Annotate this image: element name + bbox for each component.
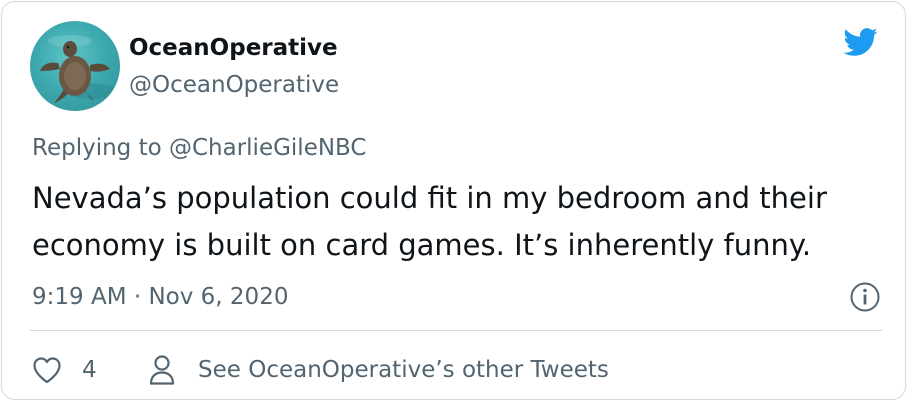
tweet-card[interactable]: OceanOperative @OceanOperative Replying …	[1, 1, 906, 400]
replying-to-text: Replying to @CharlieGileNBC	[32, 135, 367, 161]
tweet-body: Nevada’s population could fit in my bedr…	[32, 175, 892, 269]
display-name[interactable]: OceanOperative	[129, 33, 338, 63]
twitter-bird-icon[interactable]	[838, 24, 882, 60]
divider	[30, 330, 882, 331]
tweet-text-line: Nevada’s population could fit in my bedr…	[32, 181, 827, 215]
sea-turtle-image	[40, 35, 116, 103]
info-icon[interactable]	[849, 281, 881, 313]
person-icon	[149, 355, 175, 385]
like-count: 4	[82, 357, 97, 383]
user-handle[interactable]: @OceanOperative	[129, 70, 339, 100]
tweet-text-line: economy is built on card games. It’s inh…	[32, 228, 812, 262]
avatar[interactable]	[30, 21, 120, 111]
see-other-tweets-label: See OceanOperative’s other Tweets	[198, 357, 609, 383]
heart-icon[interactable]	[32, 356, 62, 384]
tweet-timestamp[interactable]: 9:19 AM · Nov 6, 2020	[32, 282, 288, 312]
see-other-tweets-link[interactable]: See OceanOperative’s other Tweets	[148, 352, 609, 388]
like-button[interactable]: 4	[32, 352, 97, 388]
